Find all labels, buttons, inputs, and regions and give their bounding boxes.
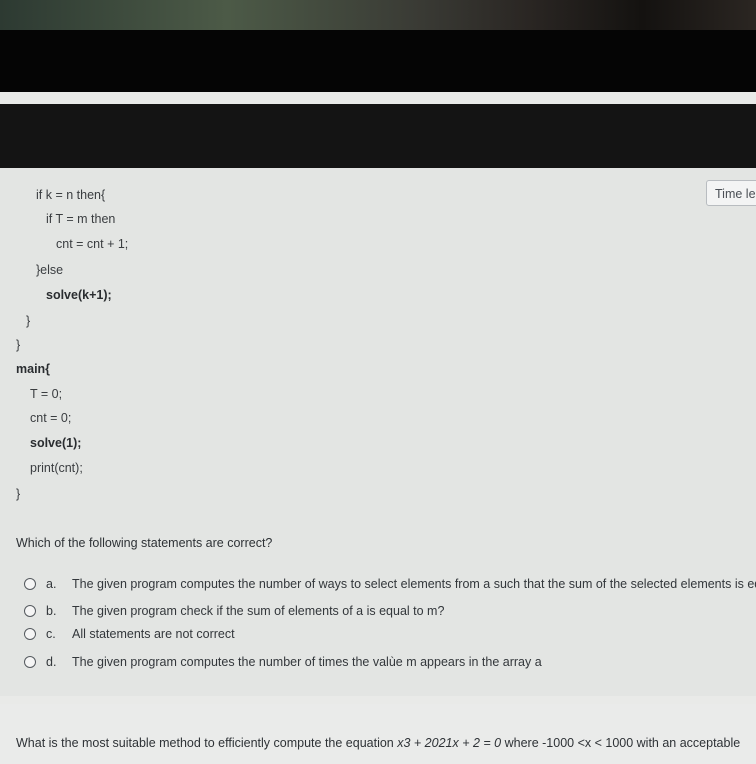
code-line: solve(k+1); — [46, 288, 112, 302]
option-c[interactable]: c. All statements are not correct — [24, 625, 235, 643]
option-text: All statements are not correct — [72, 627, 235, 641]
option-text: The given program computes the number of… — [72, 577, 756, 591]
option-d[interactable]: d. The given program computes the number… — [24, 653, 542, 671]
next-question-card — [0, 704, 756, 764]
option-text: The given program computes the number of… — [72, 655, 542, 669]
radio-button[interactable] — [24, 656, 36, 668]
equation: x3 + 2021x + 2 = 0 — [397, 736, 502, 750]
next-question-text: What is the most suitable method to effi… — [16, 736, 740, 750]
code-line: cnt = 0; — [30, 411, 72, 425]
option-b[interactable]: b. The given program check if the sum of… — [24, 602, 444, 620]
option-text: The given program check if the sum of el… — [72, 604, 445, 618]
code-line: T = 0; — [30, 387, 63, 401]
code-line: if T = m then — [46, 212, 116, 226]
next-question-prefix: What is the most suitable method to effi… — [16, 736, 398, 750]
option-letter: c. — [46, 627, 56, 641]
next-question-suffix: where -1000 <x < 1000 with an acceptable — [501, 736, 741, 750]
code-line: }else — [36, 263, 64, 277]
radio-button[interactable] — [24, 578, 36, 590]
code-line: solve(1); — [30, 436, 82, 450]
code-line: if k = n then{ — [36, 188, 106, 202]
code-line: main{ — [16, 362, 51, 376]
code-line: } — [16, 338, 21, 352]
code-line: } — [16, 487, 21, 501]
code-line: cnt = cnt + 1; — [56, 237, 129, 251]
radio-button[interactable] — [24, 628, 36, 640]
option-a[interactable]: a. The given program computes the number… — [24, 575, 756, 593]
option-letter: a. — [46, 577, 57, 591]
option-letter: b. — [46, 604, 57, 618]
radio-button[interactable] — [24, 605, 36, 617]
question-text: Which of the following statements are co… — [16, 536, 273, 550]
code-line: print(cnt); — [30, 461, 83, 475]
header-band — [0, 104, 756, 168]
option-letter: d. — [46, 655, 57, 669]
time-left-box: Time le — [706, 180, 756, 206]
code-line: } — [26, 314, 31, 328]
